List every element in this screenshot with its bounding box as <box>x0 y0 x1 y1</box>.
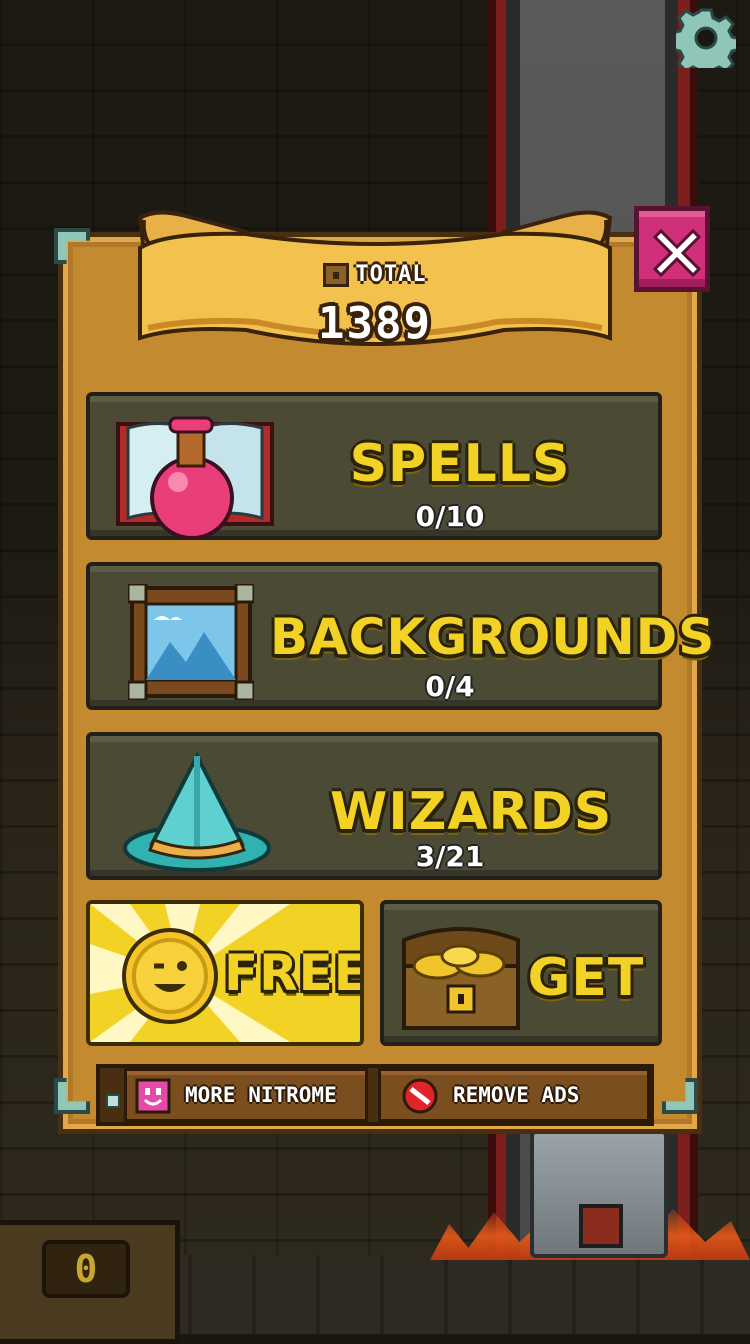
more-nitrome-button[interactable]: MORE NITROME <box>124 1068 368 1122</box>
get-label: GET <box>527 948 645 1008</box>
total-label: TOTAL <box>355 262 427 287</box>
free-label: FREE <box>224 944 364 1002</box>
settings-gear-button[interactable] <box>670 8 742 80</box>
wizards-count: 3/21 <box>415 840 485 873</box>
framed-mountain-picture-icon <box>128 584 254 700</box>
spell-book-potion-icon <box>116 416 274 540</box>
remove-ads-label: REMOVE ADS <box>453 1083 580 1107</box>
spells-count: 0/10 <box>415 500 485 533</box>
chest-icon <box>323 262 350 287</box>
remove-ads-button[interactable]: REMOVE ADS <box>378 1068 650 1122</box>
free-coins-button[interactable]: FREE <box>86 900 364 1046</box>
backgrounds-count: 0/4 <box>425 670 475 703</box>
backgrounds-title: BACKGROUNDS <box>270 608 716 666</box>
winking-coin-icon <box>122 928 218 1024</box>
no-ads-icon <box>402 1078 438 1114</box>
link-bar-dot-left <box>106 1094 120 1108</box>
background-robot-character <box>530 1130 668 1258</box>
treasure-chest-gold-icon <box>402 927 520 1030</box>
background-chest-counter: 0 <box>42 1240 130 1298</box>
get-coins-button[interactable]: GET <box>380 900 662 1046</box>
backgrounds-button[interactable]: BACKGROUNDS 0/4 <box>86 562 716 710</box>
spells-button[interactable]: SPELLS 0/10 <box>86 392 662 540</box>
nitrome-face-icon <box>135 1078 171 1114</box>
gear-icon <box>670 8 742 80</box>
more-nitrome-label: MORE NITROME <box>185 1083 337 1107</box>
wizard-hat-icon <box>123 752 271 872</box>
total-value: 1389 <box>318 298 432 349</box>
wizards-button[interactable]: WIZARDS 3/21 <box>86 732 662 880</box>
spells-title: SPELLS <box>349 434 571 494</box>
wizards-title: WIZARDS <box>330 782 613 842</box>
total-label-row: TOTAL <box>0 262 750 287</box>
